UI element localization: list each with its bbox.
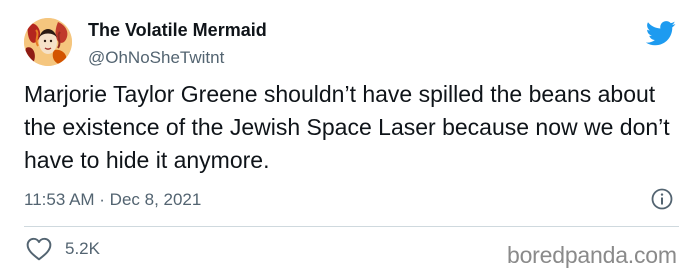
like-count: 5.2K <box>65 239 100 258</box>
tweet-timestamp[interactable]: 11:53 AM · Dec 8, 2021 <box>24 190 201 210</box>
avatar-image <box>24 18 72 66</box>
avatar[interactable] <box>24 18 72 66</box>
twitter-bird-icon[interactable] <box>645 21 676 46</box>
user-handle[interactable]: @OhNoSheTwitnt <box>88 48 224 68</box>
divider <box>24 226 679 227</box>
twitter-bird-glyph <box>645 21 676 46</box>
watermark: boredpanda.com <box>507 242 677 268</box>
info-glyph <box>651 188 673 210</box>
display-name[interactable]: The Volatile Mermaid <box>88 20 267 41</box>
tweet-card: The Volatile Mermaid @OhNoSheTwitnt Marj… <box>0 0 700 277</box>
like-button[interactable]: 5.2K <box>24 234 100 264</box>
heart-icon <box>26 237 52 261</box>
tweet-text: Marjorie Taylor Greene shouldn’t have sp… <box>24 81 670 173</box>
info-icon[interactable] <box>650 187 674 211</box>
